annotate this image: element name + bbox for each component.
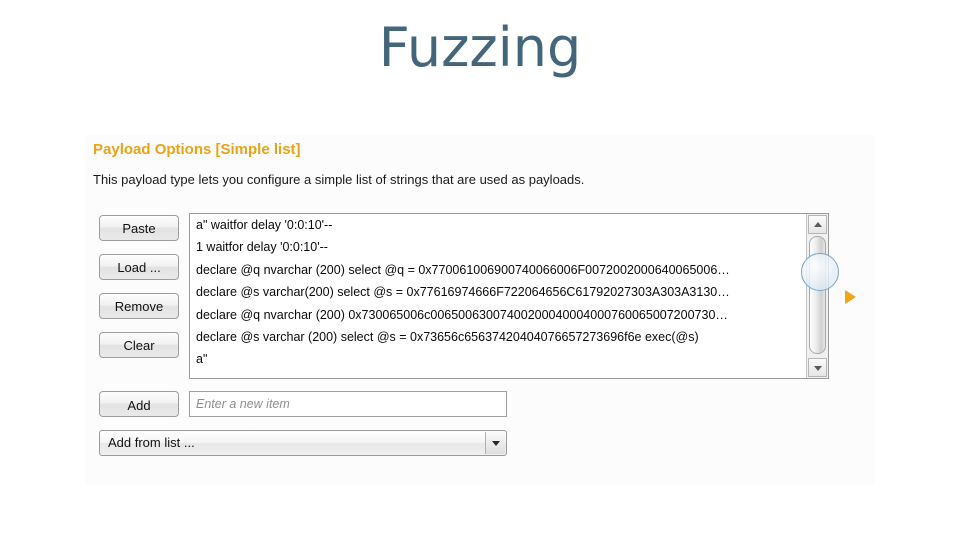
payload-options-panel: Payload Options [Simple list] This paylo… (85, 135, 875, 485)
scrollbar-thumb[interactable] (809, 236, 826, 354)
payload-list-scrollbar[interactable] (806, 214, 828, 378)
add-from-list-dropdown[interactable]: Add from list ... (99, 430, 507, 456)
paste-button[interactable]: Paste (99, 215, 179, 241)
triangle-up-icon (813, 221, 822, 227)
list-action-buttons: Paste Load ... Remove Clear (99, 215, 179, 371)
list-item[interactable]: declare @s varchar (200) select @s = 0x7… (190, 326, 806, 348)
list-item[interactable]: a" waitfor delay '0:0:10'-- (190, 214, 806, 236)
scroll-down-button[interactable] (808, 358, 827, 377)
load-button[interactable]: Load ... (99, 254, 179, 280)
list-item[interactable]: declare @s varchar(200) select @s = 0x77… (190, 281, 806, 303)
payload-list-rows: a" waitfor delay '0:0:10'-- 1 waitfor de… (190, 214, 806, 378)
payload-list-box[interactable]: a" waitfor delay '0:0:10'-- 1 waitfor de… (189, 213, 829, 379)
list-item[interactable]: 1 waitfor delay '0:0:10'-- (190, 236, 806, 258)
chevron-down-icon[interactable] (485, 432, 505, 454)
add-button[interactable]: Add (99, 391, 179, 417)
remove-button[interactable]: Remove (99, 293, 179, 319)
add-from-list-label: Add from list ... (108, 435, 195, 450)
chevron-down-glyph (491, 441, 500, 446)
clear-button[interactable]: Clear (99, 332, 179, 358)
scroll-up-button[interactable] (808, 215, 827, 234)
list-item[interactable]: declare @q nvarchar (200) select @q = 0x… (190, 259, 806, 281)
orange-triangle-marker (845, 290, 856, 304)
page-title: Fuzzing (378, 16, 582, 79)
list-item[interactable]: declare @q nvarchar (200) 0x730065006c00… (190, 304, 806, 326)
panel-description: This payload type lets you configure a s… (93, 172, 585, 187)
panel-heading: Payload Options [Simple list] (93, 141, 301, 158)
new-item-input[interactable] (189, 391, 507, 417)
triangle-down-icon (813, 365, 822, 371)
list-item[interactable]: a" (190, 348, 806, 370)
